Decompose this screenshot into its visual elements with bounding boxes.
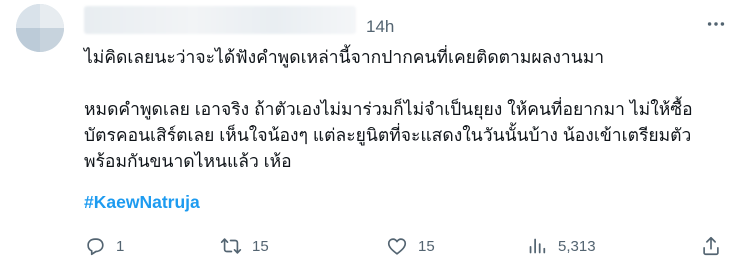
view-count: 5,313 bbox=[558, 237, 596, 255]
tweet-text: ไม่คิดเลยนะว่าจะได้ฟังคำพูดเหล่านี้จากปา… bbox=[84, 44, 724, 174]
like-count: 15 bbox=[418, 237, 435, 255]
share-icon bbox=[703, 236, 719, 256]
views-button[interactable]: 5,313 bbox=[526, 232, 596, 260]
more-options-button[interactable] bbox=[698, 12, 734, 36]
more-icon bbox=[707, 22, 725, 26]
author-name-blurred[interactable] bbox=[84, 6, 356, 34]
tweet-text-paragraph-1: ไม่คิดเลยนะว่าจะได้ฟังคำพูดเหล่านี้จากปา… bbox=[84, 47, 605, 67]
hashtag-link[interactable]: #KaewNatruja bbox=[84, 192, 200, 213]
views-icon bbox=[529, 238, 546, 254]
retweet-button[interactable]: 15 bbox=[220, 232, 269, 260]
reply-icon bbox=[87, 238, 104, 256]
retweet-count: 15 bbox=[252, 237, 269, 255]
like-button[interactable]: 15 bbox=[386, 232, 435, 260]
tweet-timestamp[interactable]: 14h bbox=[366, 17, 394, 37]
reply-count: 1 bbox=[116, 237, 125, 255]
tweet-action-bar: 1 15 15 5,313 bbox=[84, 232, 724, 260]
share-button[interactable] bbox=[700, 232, 722, 260]
reply-button[interactable]: 1 bbox=[84, 232, 124, 260]
retweet-icon bbox=[220, 238, 242, 254]
heart-icon bbox=[387, 238, 407, 255]
tweet-text-paragraph-2: หมดคำพูดเลย เอาจริง ถ้าตัวเองไม่มาร่วมก็… bbox=[84, 99, 693, 171]
avatar[interactable] bbox=[16, 4, 64, 52]
